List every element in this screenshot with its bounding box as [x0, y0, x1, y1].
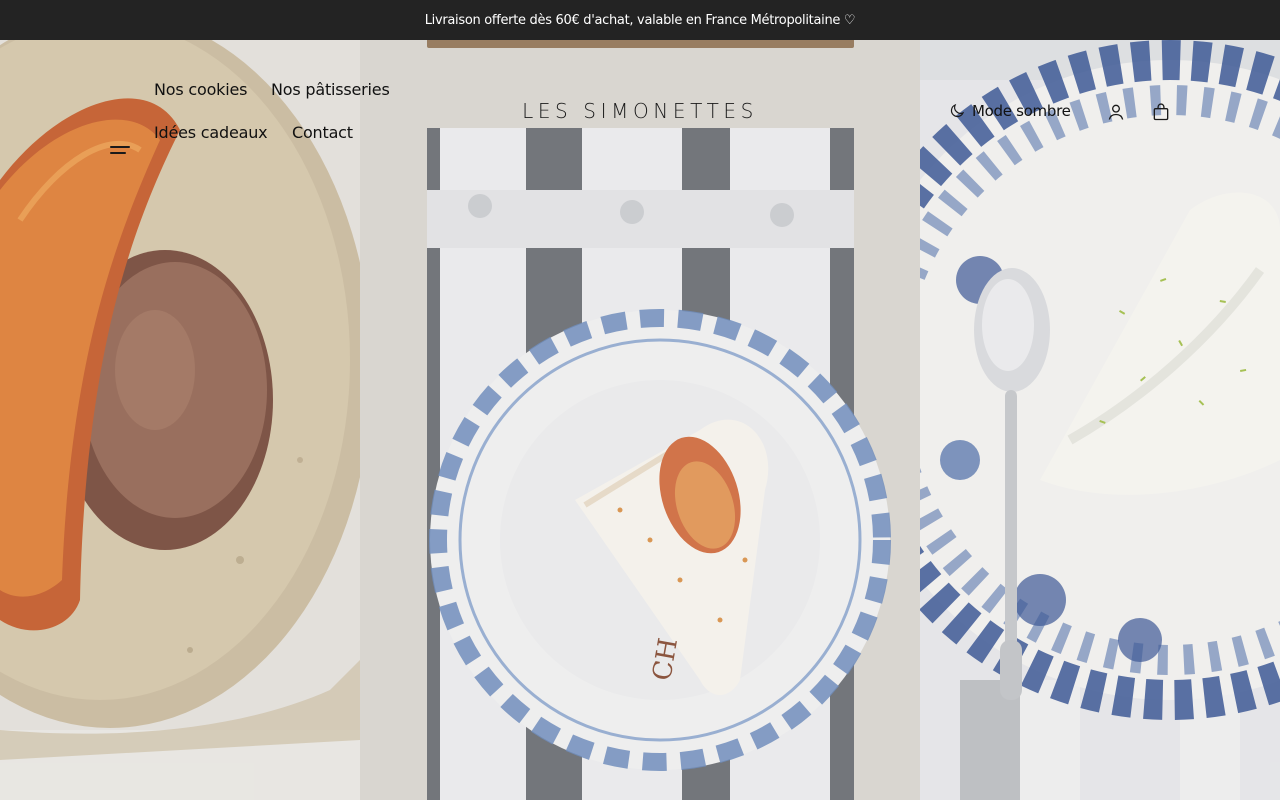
site-header: Nos cookies Nos pâtisseries Idées cadeau… [0, 40, 1280, 185]
hamburger-menu-icon[interactable] [108, 143, 132, 161]
moon-icon [950, 103, 965, 118]
dark-mode-toggle[interactable]: Mode sombre [948, 102, 1071, 120]
nav-link-contact[interactable]: Contact [292, 123, 353, 142]
nav-link-cookies[interactable]: Nos cookies [154, 80, 247, 99]
site-logo[interactable]: LES SIMONETTES [520, 99, 760, 123]
nav-link-patisseries[interactable]: Nos pâtisseries [271, 80, 390, 99]
shopping-bag-icon[interactable] [1151, 102, 1171, 126]
user-icon[interactable] [1106, 102, 1126, 126]
announcement-bar: Livraison offerte dès 60€ d'achat, valab… [0, 0, 1280, 40]
dark-mode-label: Mode sombre [972, 102, 1071, 120]
announcement-text: Livraison offerte dès 60€ d'achat, valab… [424, 12, 856, 28]
nav-link-gift-ideas[interactable]: Idées cadeaux [154, 123, 268, 142]
